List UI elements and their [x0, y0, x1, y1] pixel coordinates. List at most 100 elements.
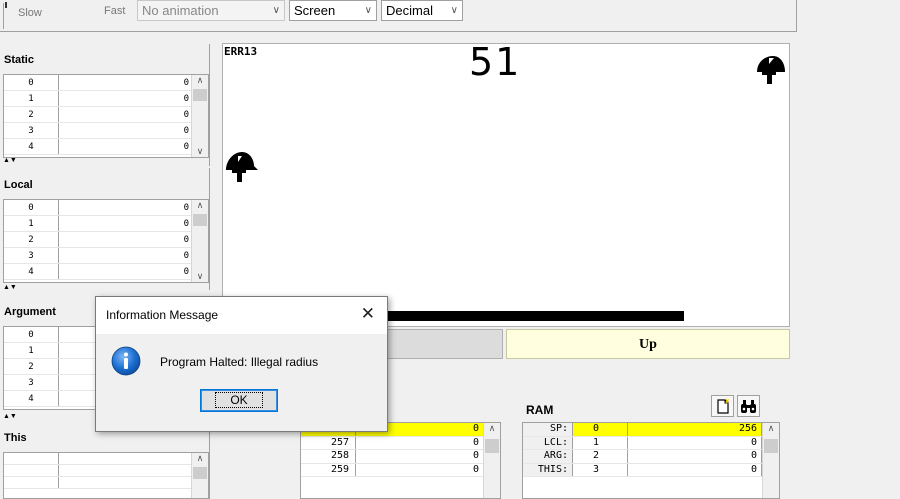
stack-table: 2560257025802590 ∧	[300, 422, 501, 499]
ok-button[interactable]: OK	[200, 389, 278, 412]
animation-select[interactable]: No animation ∨	[137, 0, 285, 21]
local-scrollbar[interactable]: ∧ ∨	[191, 200, 208, 282]
ram-value[interactable]: 256	[628, 423, 762, 436]
splitter-arrows-icon[interactable]: ▲▼	[0, 413, 17, 420]
scroll-thumb[interactable]	[193, 467, 207, 479]
chevron-down-icon: ∨	[364, 5, 372, 16]
load-file-button[interactable]	[711, 395, 734, 417]
row-index: 3	[4, 248, 59, 263]
ram-table: SP: 0 256 LCL: 1 0 ARG: 2 0 THIS: 3 0 ∧	[522, 422, 780, 499]
row-index: 2	[4, 107, 59, 122]
stack-row: 257 0	[301, 436, 500, 450]
scroll-up-icon[interactable]: ∧	[484, 423, 500, 434]
chevron-down-icon: ∨	[450, 5, 458, 16]
ram-scrollbar[interactable]: ∧	[762, 423, 779, 498]
table-row	[4, 465, 208, 477]
row-value[interactable]: 0	[59, 75, 193, 90]
speed-slider-tick	[5, 2, 7, 8]
this-panel: This ∧	[0, 424, 210, 499]
row-index: 2	[4, 232, 59, 247]
scroll-up-icon[interactable]: ∧	[192, 75, 208, 86]
ram-rows: SP: 0 256 LCL: 1 0 ARG: 2 0 THIS: 3 0	[523, 423, 779, 477]
this-title: This	[4, 432, 27, 444]
ram-value[interactable]: 0	[628, 463, 762, 476]
table-row: 40	[4, 264, 208, 280]
local-title: Local	[4, 179, 33, 191]
table-row: 10	[4, 216, 208, 232]
stack-address: 259	[301, 463, 356, 476]
row-index: 0	[4, 327, 59, 342]
table-row: 00	[4, 200, 208, 216]
table-row	[4, 477, 208, 489]
information-dialog: Information Message ✕ Program Halted: Il…	[95, 296, 388, 432]
view-select[interactable]: Screen ∨	[289, 0, 377, 21]
row-index: 1	[4, 216, 59, 231]
ram-value[interactable]: 0	[628, 450, 762, 463]
ram-value[interactable]: 0	[628, 436, 762, 449]
stack-value[interactable]: 0	[356, 450, 484, 463]
scroll-down-icon[interactable]: ∨	[192, 146, 208, 157]
row-value[interactable]: 0	[59, 232, 193, 247]
row-index: 0	[4, 200, 59, 215]
stack-address: 257	[301, 436, 356, 449]
dialog-body: Program Halted: Illegal radius OK	[96, 334, 387, 431]
scroll-up-icon[interactable]: ∧	[192, 453, 208, 464]
toolbar-divider	[0, 3, 4, 29]
this-scrollbar[interactable]: ∧	[191, 453, 208, 498]
scroll-thumb[interactable]	[485, 439, 499, 453]
this-table: ∧	[3, 452, 209, 499]
table-row: 00	[4, 75, 208, 91]
static-title: Static	[4, 54, 34, 66]
row-index: 1	[4, 91, 59, 106]
ram-title: RAM	[526, 403, 554, 417]
right-sprite-icon	[757, 56, 785, 84]
row-index: 0	[4, 75, 59, 90]
row-index: 1	[4, 343, 59, 358]
scroll-down-icon[interactable]: ∨	[192, 271, 208, 282]
row-value[interactable]: 0	[59, 123, 193, 138]
scroll-thumb[interactable]	[764, 439, 778, 453]
static-rows: 0010203040	[4, 75, 208, 155]
row-value[interactable]: 0	[59, 216, 193, 231]
row-index: 4	[4, 139, 59, 154]
stack-scrollbar[interactable]: ∧	[483, 423, 500, 498]
speed-slow-label: Slow	[18, 7, 42, 19]
dialog-titlebar[interactable]: Information Message ✕	[96, 297, 387, 334]
row-index: 3	[4, 375, 59, 390]
stack-value[interactable]: 0	[356, 436, 484, 449]
dialog-message: Program Halted: Illegal radius	[160, 355, 319, 369]
format-select-value: Decimal	[386, 3, 433, 18]
row-value[interactable]: 0	[59, 107, 193, 122]
ram-row: THIS: 3 0	[523, 463, 779, 477]
scroll-thumb[interactable]	[193, 214, 207, 226]
row-index: 4	[4, 264, 59, 279]
paddle-bar	[384, 311, 684, 321]
score-text: 51	[469, 40, 522, 84]
scroll-up-icon[interactable]: ∧	[763, 423, 779, 434]
ram-row: SP: 0 256	[523, 423, 779, 437]
animation-select-value: No animation	[142, 3, 219, 18]
scroll-up-icon[interactable]: ∧	[192, 200, 208, 211]
row-value[interactable]: 0	[59, 91, 193, 106]
load-file-icon	[716, 397, 730, 414]
row-value[interactable]: 0	[59, 139, 193, 154]
scroll-thumb[interactable]	[193, 89, 207, 101]
row-value[interactable]: 0	[59, 200, 193, 215]
stack-row: 259 0	[301, 463, 500, 477]
row-value[interactable]: 0	[59, 248, 193, 263]
keyboard-key-display: Up	[506, 329, 790, 359]
search-button[interactable]	[737, 395, 760, 417]
ram-register-label: ARG:	[523, 450, 573, 463]
splitter-arrows-icon[interactable]: ▲▼	[0, 284, 17, 291]
speed-fast-label: Fast	[104, 5, 126, 17]
ram-panel: RAM SP: 0 256 LCL: 1 0 ARG: 2 0 THIS: 3 0 ∧	[522, 392, 780, 499]
static-panel: Static 0010203040 ∧ ∨ ▲▼	[0, 44, 210, 166]
splitter-arrows-icon[interactable]: ▲▼	[0, 157, 17, 164]
close-icon[interactable]: ✕	[361, 304, 375, 324]
format-select[interactable]: Decimal ∨	[381, 0, 463, 21]
table-row: 40	[4, 139, 208, 155]
row-value[interactable]: 0	[59, 264, 193, 279]
static-scrollbar[interactable]: ∧ ∨	[191, 75, 208, 157]
ram-address: 3	[573, 463, 628, 476]
stack-value[interactable]: 0	[356, 463, 484, 476]
